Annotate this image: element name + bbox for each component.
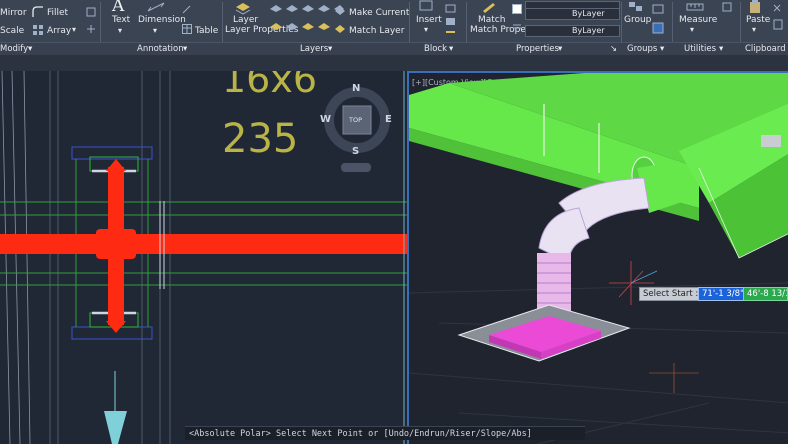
lineweight-icon	[513, 24, 521, 29]
leader-icon[interactable]	[182, 4, 192, 14]
plan-viewport[interactable]: 16x6 235 N S W E TOP	[0, 71, 407, 444]
modify-small-icon-1[interactable]	[86, 7, 96, 17]
annotation-panel-dropdown-icon[interactable]: ▾	[183, 44, 187, 54]
annotation-panel-label[interactable]: Annotation	[137, 44, 184, 54]
dimension-dropdown-icon[interactable]: ▾	[153, 26, 157, 35]
layer-tools-icons[interactable]	[268, 3, 344, 39]
text-icon: A	[112, 0, 125, 16]
paste-icon	[750, 0, 760, 13]
group-button[interactable]: Group	[624, 15, 651, 25]
groups-panel-dropdown-icon[interactable]: ▾	[660, 44, 664, 54]
viewcube[interactable]: N S W E TOP	[320, 83, 394, 173]
match-label-1: Match	[478, 15, 506, 25]
3d-duct-model	[409, 73, 788, 444]
insert-icon	[419, 0, 433, 11]
duct-size-annotation: 16x6	[222, 71, 318, 101]
table-button[interactable]: Table	[195, 26, 218, 36]
layer-properties-label-1: Layer	[233, 15, 259, 25]
clipboard-small-icons[interactable]	[772, 2, 786, 34]
table-icon	[182, 24, 192, 34]
modify-panel-label[interactable]: Modify	[0, 44, 28, 54]
ribbon: Mirror Scale Fillet Array ▾ A Text ▾ Dim…	[0, 0, 788, 55]
dynamic-input-label: Select Start :	[639, 287, 703, 301]
match-layer-icon	[335, 25, 345, 33]
block-panel-dropdown-icon[interactable]: ▾	[449, 44, 453, 54]
measure-button[interactable]: Measure	[679, 15, 717, 25]
fillet-icon	[32, 6, 43, 17]
color-swatch-icon	[512, 4, 522, 14]
command-line[interactable]: <Absolute Polar> Select Next Point or [U…	[185, 426, 585, 440]
group-small-icons[interactable]	[652, 4, 666, 36]
paste-button[interactable]: Paste	[746, 15, 770, 25]
utilities-panel-dropdown-icon[interactable]: ▾	[719, 44, 723, 54]
block-panel-label[interactable]: Block	[424, 44, 447, 54]
viewcube-west[interactable]: W	[320, 114, 331, 125]
modify-small-icon-2[interactable]	[86, 24, 96, 34]
measure-icon	[686, 3, 704, 11]
insert-dropdown-icon[interactable]: ▾	[424, 25, 428, 34]
make-current-icon	[335, 7, 345, 15]
match-layer-button[interactable]: Match Layer	[349, 26, 404, 36]
block-small-icons[interactable]	[445, 4, 459, 36]
mirror-button[interactable]: Mirror	[0, 8, 27, 18]
scale-button[interactable]: Scale	[0, 26, 24, 36]
properties-panel-label[interactable]: Properties	[516, 44, 559, 54]
utilities-panel-label[interactable]: Utilities	[684, 44, 716, 54]
duct-value-annotation: 235	[222, 116, 299, 162]
dimension-icon	[147, 2, 165, 12]
modify-panel-dropdown-icon[interactable]: ▾	[28, 44, 32, 54]
lineweight-value: ByLayer	[572, 26, 605, 35]
properties-panel-dropdown-icon[interactable]: ▾	[558, 44, 562, 54]
array-dropdown-icon[interactable]: ▾	[72, 25, 76, 34]
viewcube-north[interactable]: N	[352, 83, 360, 94]
groups-panel-label[interactable]: Groups	[627, 44, 657, 54]
text-button[interactable]: Text	[112, 15, 130, 25]
calculator-icon[interactable]	[722, 2, 732, 12]
measure-dropdown-icon[interactable]: ▾	[690, 25, 694, 34]
layer-properties-icon	[235, 3, 251, 15]
insert-button[interactable]: Insert	[416, 15, 442, 25]
ribbon-panel-label-bar	[0, 42, 788, 55]
ribbon-spacer	[0, 55, 788, 71]
lineweight-dropdown[interactable]: ByLayer	[525, 25, 620, 37]
viewcube-face-top[interactable]: TOP	[349, 116, 362, 124]
linetype-dropdown[interactable]: ByLayer	[525, 8, 620, 20]
match-properties-icon	[483, 3, 495, 13]
dynamic-input-field-1[interactable]: 71'-1 3/8"	[698, 287, 748, 301]
layers-panel-dropdown-icon[interactable]: ▾	[328, 44, 332, 54]
array-button[interactable]: Array	[47, 26, 71, 36]
array-icon	[33, 25, 43, 35]
linetype-value: ByLayer	[572, 9, 605, 18]
group-icon	[629, 2, 642, 11]
dynamic-input-field-2[interactable]: 46'-8 13/16"	[743, 287, 788, 301]
command-prompt: <Absolute Polar> Select Next Point or [U…	[189, 429, 532, 439]
clipboard-panel-label[interactable]: Clipboard	[745, 44, 786, 54]
wcs-menu-button[interactable]	[341, 163, 371, 172]
viewcube-east[interactable]: E	[385, 114, 392, 125]
viewcube-south[interactable]: S	[352, 146, 359, 157]
text-dropdown-icon[interactable]: ▾	[118, 26, 122, 35]
properties-dialog-launcher-icon[interactable]: ↘	[610, 44, 617, 54]
make-current-button[interactable]: Make Current	[349, 8, 409, 18]
dimension-button[interactable]: Dimension	[138, 15, 186, 25]
fillet-button[interactable]: Fillet	[47, 8, 68, 18]
3d-viewport[interactable]: [+][Custom View][Conceptual]	[407, 71, 788, 444]
paste-dropdown-icon[interactable]: ▾	[752, 25, 756, 34]
layers-panel-label[interactable]: Layers	[300, 44, 328, 54]
